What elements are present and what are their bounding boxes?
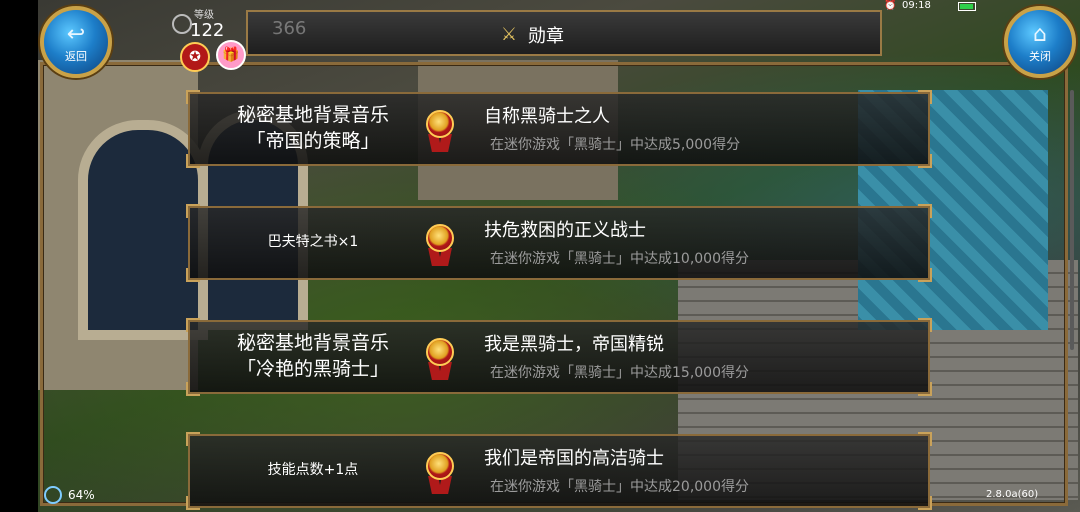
corner-ornament	[186, 432, 200, 446]
medal-icon	[422, 106, 458, 154]
medal-list-item[interactable]: 技能点数+1点 我们是帝国的高洁骑士在迷你游戏「黑骑士」中达成20,000得分	[186, 432, 932, 510]
corner-ornament	[918, 154, 932, 168]
reward-text: 秘密基地背景音乐 「冷艳的黑骑士」	[208, 330, 418, 382]
medal-list-item[interactable]: 秘密基地背景音乐 「帝国的策略」 自称黑骑士之人在迷你游戏「黑骑士」中达成5,000…	[186, 90, 932, 168]
achievement-description: 在迷你游戏「黑骑士」中达成5,000得分	[490, 137, 741, 153]
achievement-description: 在迷你游戏「黑骑士」中达成15,000得分	[490, 365, 749, 381]
medal-icon	[422, 448, 458, 496]
level-ring-icon	[172, 14, 192, 34]
reward-line: 巴夫特之书×1	[267, 234, 359, 250]
reward-text: 秘密基地背景音乐 「帝国的策略」	[208, 102, 418, 154]
reward-line: 技能点数+1点	[267, 462, 359, 478]
list-scrollbar[interactable]	[1070, 90, 1074, 350]
corner-ornament	[186, 382, 200, 396]
medal-icon	[422, 334, 458, 382]
corner-ornament	[918, 318, 932, 332]
background-counter: 366	[272, 18, 307, 39]
reward-text: 巴夫特之书×1	[208, 232, 418, 252]
reward-line: 秘密基地背景音乐	[236, 332, 389, 354]
achievement-title: 我是黑骑士，帝国精锐	[484, 334, 664, 355]
medal-badge-icon[interactable]: ✪	[180, 42, 210, 72]
sword-medal-icon: ⚔	[500, 24, 518, 45]
battery-percent: 64%	[68, 488, 95, 502]
medal-disc	[426, 338, 454, 366]
corner-ornament	[186, 204, 200, 218]
reward-text: 技能点数+1点	[208, 460, 418, 480]
title-wrap: 勋章	[528, 22, 648, 48]
corner-ornament	[918, 268, 932, 282]
corner-ornament	[186, 268, 200, 282]
achievement-title: 我们是帝国的高洁骑士	[484, 448, 664, 469]
corner-ornament	[186, 496, 200, 510]
medal-icon	[422, 220, 458, 268]
corner-ornament	[918, 432, 932, 446]
achievement-title: 自称黑骑士之人	[484, 106, 610, 127]
alarm-icon: ⏰	[884, 0, 897, 11]
reward-line: 「帝国的策略」	[246, 130, 380, 152]
back-arrow-icon: ↩	[66, 22, 86, 47]
reward-line: 秘密基地背景音乐	[236, 104, 389, 126]
corner-ornament	[918, 204, 932, 218]
corner-ornament	[186, 318, 200, 332]
back-button-label: 返回	[65, 50, 87, 63]
back-button[interactable]: ↩ 返回	[40, 6, 112, 78]
level-value: 122	[190, 20, 225, 41]
medal-list-item[interactable]: 秘密基地背景音乐 「冷艳的黑骑士」 我是黑骑士，帝国精锐在迷你游戏「黑骑士」中达成1…	[186, 318, 932, 396]
level-label: 等级	[194, 10, 214, 21]
battery-fill	[960, 4, 973, 9]
medal-disc	[426, 452, 454, 480]
close-button-label: 关闭	[1029, 50, 1051, 63]
corner-ornament	[918, 496, 932, 510]
medal-list-item[interactable]: 巴夫特之书×1 扶危救困的正义战士在迷你游戏「黑骑士」中达成10,000得分	[186, 204, 932, 282]
status-time: 09:18	[902, 0, 931, 11]
corner-ornament	[186, 90, 200, 104]
page-title: 勋章	[528, 26, 564, 47]
medal-disc	[426, 224, 454, 252]
achievement-description: 在迷你游戏「黑骑士」中达成10,000得分	[490, 251, 749, 267]
achievement-description: 在迷你游戏「黑骑士」中达成20,000得分	[490, 479, 749, 495]
battery-icon	[958, 2, 976, 11]
screen-edge	[0, 0, 38, 512]
title-bar: ⚔ 勋章	[246, 10, 882, 56]
medal-disc	[426, 110, 454, 138]
fps-ring-icon	[44, 486, 62, 504]
corner-ornament	[186, 154, 200, 168]
reward-line: 「冷艳的黑骑士」	[236, 358, 389, 380]
achievement-title: 扶危救困的正义战士	[484, 220, 646, 241]
corner-ornament	[918, 90, 932, 104]
close-button[interactable]: ⌂ 关闭	[1004, 6, 1076, 78]
home-icon: ⌂	[1033, 22, 1047, 47]
corner-ornament	[918, 382, 932, 396]
version-label: 2.8.0a(60)	[986, 489, 1039, 500]
gift-icon[interactable]: 🎁	[216, 40, 246, 70]
